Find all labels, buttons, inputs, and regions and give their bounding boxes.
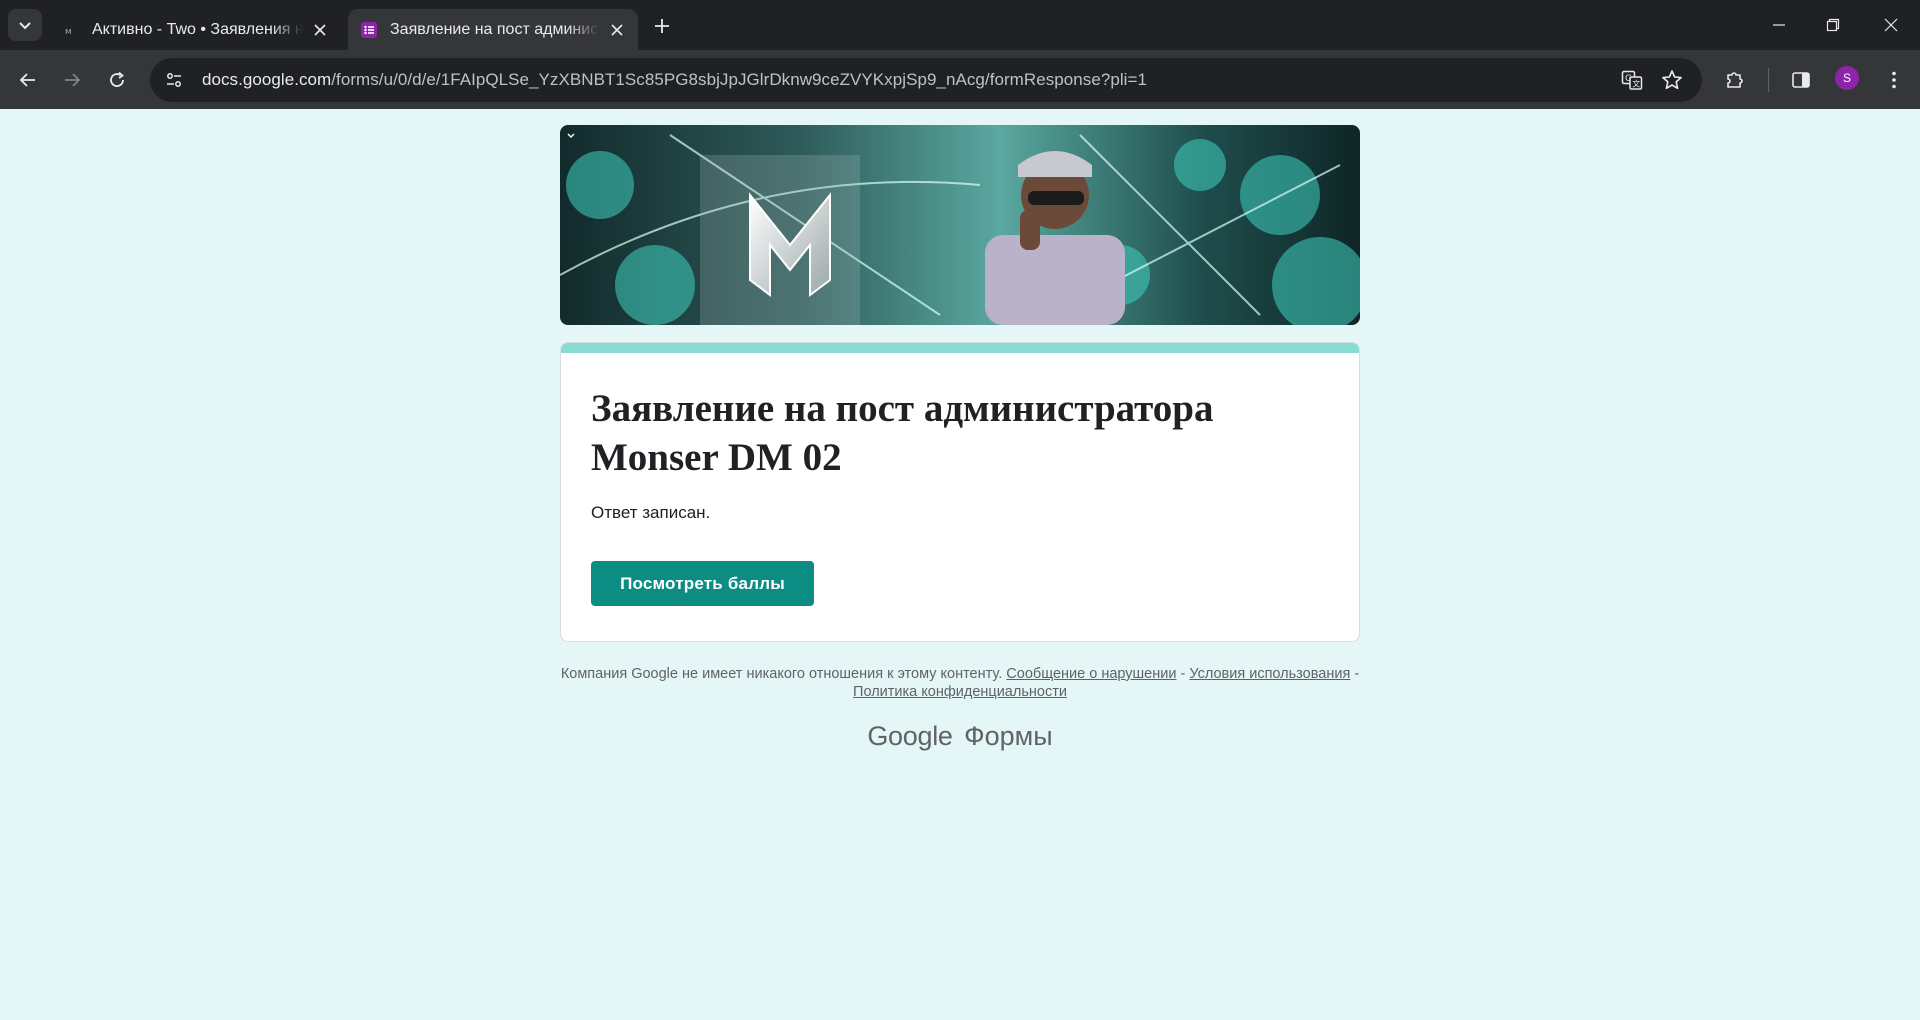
site-info-icon[interactable] bbox=[156, 62, 192, 98]
form-header-image bbox=[560, 125, 1360, 325]
puzzle-icon bbox=[1727, 72, 1743, 88]
svg-text:文: 文 bbox=[1632, 79, 1640, 89]
footer-disclaimer: Компания Google не имеет никакого отноше… bbox=[560, 666, 1003, 682]
tab-inactive[interactable]: м Активно - Two • Заявления на bbox=[50, 9, 342, 50]
form-page: Заявление на пост администратора Monser … bbox=[0, 109, 1920, 1020]
header-artwork-image bbox=[560, 125, 1360, 325]
close-tab-icon[interactable] bbox=[607, 20, 626, 40]
footer-separator: - bbox=[1180, 666, 1186, 682]
chevron-down-icon bbox=[567, 133, 575, 138]
tab-strip: м Активно - Two • Заявления на Заявление… bbox=[0, 0, 1920, 50]
new-tab-button[interactable] bbox=[650, 14, 674, 38]
form-accent-bar bbox=[561, 343, 1359, 353]
toolbar-divider bbox=[1768, 68, 1769, 92]
bookmark-star-icon[interactable] bbox=[1658, 66, 1686, 94]
minimize-icon bbox=[1773, 24, 1785, 26]
extensions-button[interactable] bbox=[1719, 64, 1751, 96]
restore-icon bbox=[1826, 18, 1840, 32]
tab-title: Активно - Two • Заявления на bbox=[92, 20, 303, 38]
address-bar[interactable]: docs.google.com/forms/u/0/d/e/1FAIpQLSe_… bbox=[150, 58, 1702, 102]
app-icon: м bbox=[62, 21, 80, 39]
url-host: docs.google.com bbox=[202, 70, 332, 89]
forms-wordmark: Формы bbox=[964, 721, 1053, 751]
side-panel-button[interactable] bbox=[1785, 64, 1817, 96]
google-forms-logo[interactable]: Google Формы bbox=[560, 721, 1360, 752]
url-text: docs.google.com/forms/u/0/d/e/1FAIpQLSe_… bbox=[202, 70, 1147, 90]
footer-separator: - bbox=[1354, 666, 1360, 682]
terms-link[interactable]: Условия использования bbox=[1189, 666, 1350, 682]
translate-icon[interactable]: G文 bbox=[1618, 66, 1646, 94]
arrow-right-icon bbox=[65, 73, 81, 87]
tab-title: Заявление на пост администр bbox=[390, 20, 600, 38]
plus-icon bbox=[655, 19, 669, 33]
reload-icon bbox=[110, 71, 124, 87]
form-footer: Компания Google не имеет никакого отноше… bbox=[560, 665, 1360, 701]
more-vert-icon bbox=[1892, 71, 1896, 89]
chevron-down-icon bbox=[19, 22, 31, 30]
form-response-card: Заявление на пост администратора Monser … bbox=[560, 342, 1360, 642]
minimize-button[interactable] bbox=[1762, 10, 1796, 40]
forward-button[interactable] bbox=[57, 65, 87, 95]
view-score-button[interactable]: Посмотреть баллы bbox=[591, 561, 814, 606]
side-panel-icon bbox=[1792, 72, 1810, 88]
reload-button[interactable] bbox=[102, 65, 132, 95]
response-recorded-message: Ответ записан. bbox=[591, 503, 711, 522]
url-path: /forms/u/0/d/e/1FAIpQLSe_YzXBNBT1Sc85PG8… bbox=[331, 70, 1147, 89]
svg-text:м: м bbox=[65, 27, 72, 37]
profile-avatar[interactable]: S bbox=[1835, 66, 1859, 90]
close-icon bbox=[1884, 18, 1898, 32]
privacy-link[interactable]: Политика конфиденциальности bbox=[853, 684, 1067, 700]
browser-menu-button[interactable] bbox=[1878, 64, 1910, 96]
report-abuse-link[interactable]: Сообщение о нарушении bbox=[1006, 666, 1176, 682]
back-button[interactable] bbox=[13, 65, 43, 95]
tab-search-button[interactable] bbox=[8, 9, 42, 41]
google-forms-icon bbox=[360, 21, 378, 39]
close-tab-icon[interactable] bbox=[311, 20, 330, 40]
restore-button[interactable] bbox=[1816, 10, 1850, 40]
form-title: Заявление на пост администратора Monser … bbox=[591, 387, 1214, 479]
browser-toolbar: docs.google.com/forms/u/0/d/e/1FAIpQLSe_… bbox=[0, 50, 1920, 109]
close-window-button[interactable] bbox=[1874, 10, 1908, 40]
google-wordmark: Google bbox=[867, 721, 953, 751]
arrow-left-icon bbox=[19, 73, 35, 87]
tab-active[interactable]: Заявление на пост администр bbox=[348, 9, 638, 50]
